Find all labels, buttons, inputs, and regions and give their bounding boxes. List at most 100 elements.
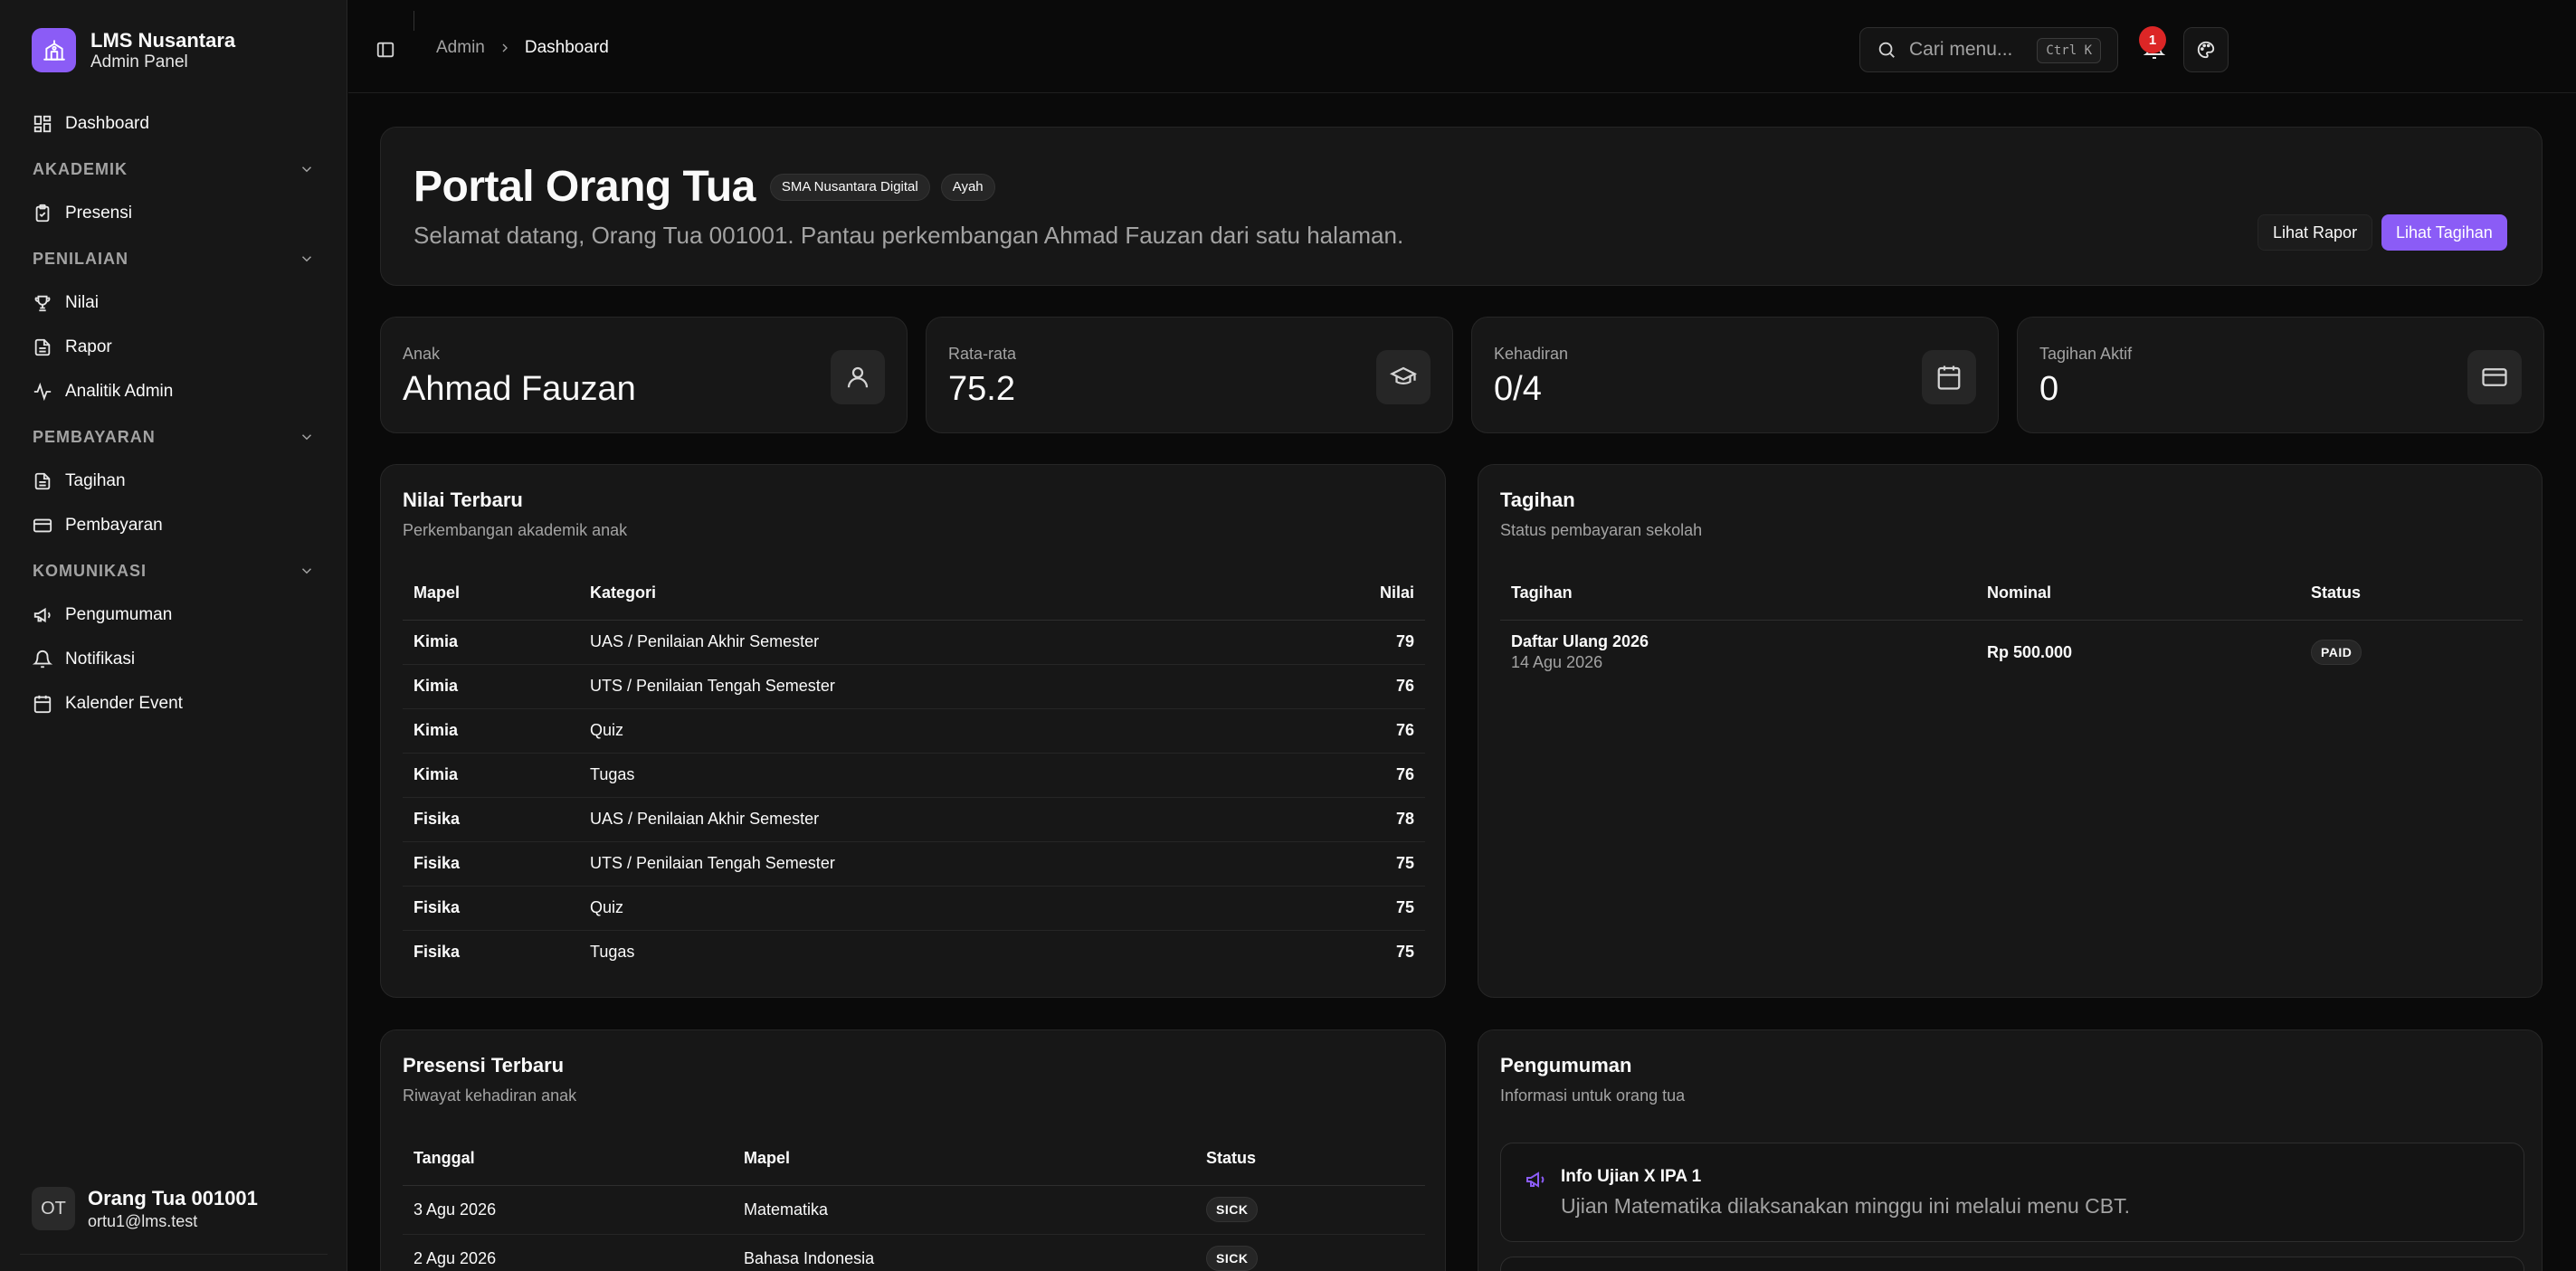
sidebar-item-label: Tagihan xyxy=(65,471,126,490)
welcome-card: Portal Orang Tua SMA Nusantara Digital A… xyxy=(380,127,2543,286)
announcement-item[interactable]: Info Ujian X IPA 1 Ujian Matematika dila… xyxy=(1500,1143,2524,1242)
announcement-item[interactable] xyxy=(1500,1257,2524,1271)
divider xyxy=(20,1254,328,1255)
attendance-table: Tanggal Mapel Status 3 Agu 2026 Matemati… xyxy=(403,1133,1425,1271)
column-header: Status xyxy=(2300,567,2523,621)
welcome-text: Selamat datang, Orang Tua 001001. Pantau… xyxy=(413,222,1404,249)
megaphone-icon xyxy=(33,607,51,623)
card-subtitle: Informasi untuk orang tua xyxy=(1500,1086,1686,1105)
calendar-icon xyxy=(33,695,52,714)
nav-group-label: AKADEMIK xyxy=(33,159,128,178)
sidebar-item-label: Analitik Admin xyxy=(65,382,174,401)
search-input[interactable]: Cari menu... Ctrl K xyxy=(1859,27,2118,72)
breadcrumb-dashboard: Dashboard xyxy=(524,38,609,57)
stat-card-active-bills: Tagihan Aktif 0 xyxy=(2017,317,2544,433)
brand-subtitle: Admin Panel xyxy=(90,52,188,71)
column-header: Tagihan xyxy=(1500,567,1976,621)
sidebar-item-pembayaran[interactable]: Pembayaran xyxy=(20,505,328,546)
notification-badge: 1 xyxy=(2139,26,2166,53)
role-badge: Ayah xyxy=(940,173,995,201)
cell-score: 76 xyxy=(1278,753,1425,798)
view-report-button[interactable]: Lihat Rapor xyxy=(2258,214,2373,251)
stat-label: Tagihan Aktif xyxy=(2039,345,2133,363)
sidebar-item-label: Notifikasi xyxy=(65,650,136,669)
cell-score: 78 xyxy=(1278,797,1425,842)
sidebar-item-dashboard[interactable]: Dashboard xyxy=(20,103,328,145)
cell-category: UAS / Penilaian Akhir Semester xyxy=(579,620,1278,665)
table-row: Daftar Ulang 2026 14 Agu 2026 Rp 500.000… xyxy=(1500,620,2523,685)
file-text-icon xyxy=(34,472,51,490)
nav-group-akademik[interactable]: AKADEMIK xyxy=(20,148,328,190)
user-name: Orang Tua 001001 xyxy=(88,1186,258,1209)
sidebar-item-notifikasi[interactable]: Notifikasi xyxy=(20,639,328,680)
sidebar-item-nilai[interactable]: Nilai xyxy=(20,282,328,324)
graduation-cap-icon xyxy=(1390,366,1417,384)
cell-score: 75 xyxy=(1278,886,1425,931)
grades-card: Nilai Terbaru Perkembangan akademik anak… xyxy=(380,464,1446,998)
sidebar-item-label: Pengumuman xyxy=(65,605,173,624)
stat-value: 0 xyxy=(2039,370,2059,408)
sidebar-item-rapor[interactable]: Rapor xyxy=(20,327,328,368)
cell-category: Quiz xyxy=(579,708,1278,754)
search-placeholder: Cari menu... xyxy=(1909,39,2013,60)
announcement-body: Ujian Matematika dilaksanakan minggu ini… xyxy=(1561,1194,2130,1218)
sidebar-item-tagihan[interactable]: Tagihan xyxy=(20,460,328,502)
status-badge: SICK xyxy=(1206,1246,1259,1271)
card-subtitle: Perkembangan akademik anak xyxy=(403,521,628,539)
column-header: Nilai xyxy=(1278,567,1425,621)
cell-subject: Fisika xyxy=(403,886,579,931)
cell-category: UTS / Penilaian Tengah Semester xyxy=(579,664,1278,709)
cell-category: UAS / Penilaian Akhir Semester xyxy=(579,797,1278,842)
avatar: OT xyxy=(32,1187,75,1230)
cell-score: 76 xyxy=(1278,708,1425,754)
school-logo-icon xyxy=(32,28,76,72)
nav-group-pembayaran[interactable]: PEMBAYARAN xyxy=(20,416,328,458)
nav-group-label: KOMUNIKASI xyxy=(33,561,147,580)
cell-score: 75 xyxy=(1278,841,1425,887)
stat-label: Rata-rata xyxy=(948,345,1017,363)
bills-card: Tagihan Status pembayaran sekolah Tagiha… xyxy=(1478,464,2543,998)
activity-icon xyxy=(33,382,52,402)
theme-button[interactable] xyxy=(2183,27,2229,72)
bill-amount: Rp 500.000 xyxy=(1987,642,2073,661)
cell-subject: Bahasa Indonesia xyxy=(744,1248,875,1267)
column-header: Kategori xyxy=(579,567,1278,621)
cell-subject: Kimia xyxy=(403,708,579,754)
stat-label: Anak xyxy=(403,345,441,363)
sidebar-item-pengumuman[interactable]: Pengumuman xyxy=(20,594,328,636)
user-menu[interactable]: OT Orang Tua 001001 ortu1@lms.test xyxy=(20,1172,328,1245)
user-icon xyxy=(847,366,869,388)
stat-card-child: Anak Ahmad Fauzan xyxy=(380,317,908,433)
table-row: Kimia Tugas 76 xyxy=(403,753,1425,798)
cell-category: Tugas xyxy=(579,753,1278,798)
nav-group-penilaian[interactable]: PENILAIAN xyxy=(20,238,328,280)
stat-card-average: Rata-rata 75.2 xyxy=(926,317,1453,433)
trophy-icon xyxy=(34,295,51,312)
page-title: Portal Orang Tua xyxy=(413,163,756,211)
nav-group-komunikasi[interactable]: KOMUNIKASI xyxy=(20,550,328,592)
stat-label: Kehadiran xyxy=(1494,345,1569,363)
chevron-down-icon xyxy=(301,434,312,441)
breadcrumb: Admin Dashboard xyxy=(436,38,609,58)
sidebar-item-analitik-admin[interactable]: Analitik Admin xyxy=(20,371,328,413)
sidebar-item-kalender-event[interactable]: Kalender Event xyxy=(20,683,328,725)
column-header: Mapel xyxy=(403,567,579,621)
brand-name: LMS Nusantara xyxy=(90,28,236,52)
table-row: Kimia UAS / Penilaian Akhir Semester 79 xyxy=(403,620,1425,665)
divider xyxy=(413,11,414,31)
breadcrumb-admin[interactable]: Admin xyxy=(436,38,485,58)
cell-score: 75 xyxy=(1395,943,1414,962)
cell-subject: Matematika xyxy=(733,1185,1195,1235)
top-bar: Admin Dashboard Cari menu... Ctrl K 1 xyxy=(348,0,2576,93)
view-bills-button[interactable]: Lihat Tagihan xyxy=(2381,214,2507,251)
dashboard-icon xyxy=(33,115,52,133)
sidebar-item-label: Presensi xyxy=(65,204,132,223)
stat-card-attendance: Kehadiran 0/4 xyxy=(1471,317,1999,433)
sidebar-toggle-icon[interactable] xyxy=(375,40,395,60)
brand[interactable]: LMS Nusantara Admin Panel xyxy=(32,28,235,72)
cell-category: UTS / Penilaian Tengah Semester xyxy=(579,841,1278,887)
chevron-down-icon xyxy=(301,568,312,574)
sidebar-item-presensi[interactable]: Presensi xyxy=(20,193,328,234)
status-badge: PAID xyxy=(2311,640,2362,666)
announcement-title: Info Ujian X IPA 1 xyxy=(1561,1167,1702,1186)
